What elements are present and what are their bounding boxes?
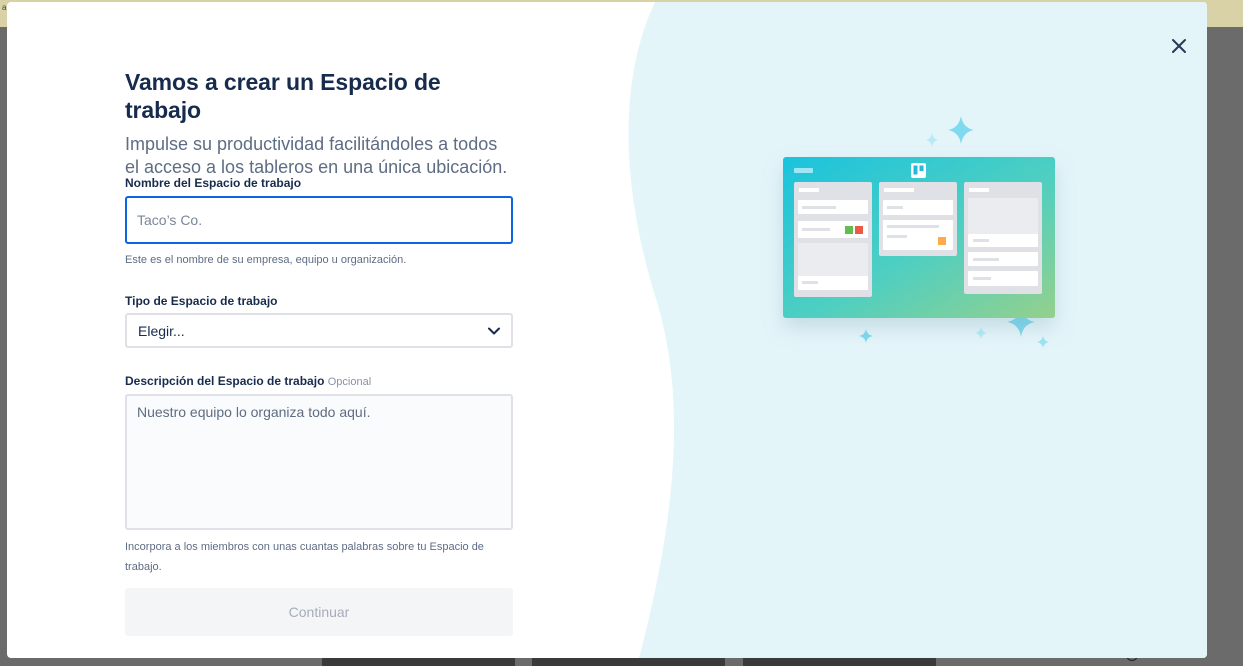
workspace-name-input[interactable] [125, 196, 513, 244]
optional-tag: Opcional [327, 376, 372, 388]
continue-button[interactable]: Continuar [125, 588, 513, 636]
workspace-description-help: Incorpora a los miembros con unas cuanta… [125, 541, 484, 573]
workspace-name-help: Este es el nombre de su empresa, equipo … [125, 254, 407, 266]
workspace-description-label-text: Descripción del Espacio de trabajo [125, 374, 325, 388]
background-text: a [2, 3, 7, 12]
workspace-type-selected-value: Elegir... [138, 323, 185, 339]
workspace-description-textarea[interactable] [125, 394, 513, 530]
create-workspace-modal: Vamos a crear un Espacio de trabajo Impu… [7, 2, 1207, 658]
workspace-name-label: Nombre del Espacio de trabajo [125, 176, 302, 190]
close-icon [1172, 39, 1186, 53]
chevron-down-icon [488, 327, 500, 335]
workspace-description-label: Descripción del Espacio de trabajo Opcio… [125, 374, 371, 388]
workspace-type-select[interactable]: Elegir... [125, 313, 513, 348]
workspace-type-label: Tipo de Espacio de trabajo [125, 294, 278, 308]
close-button[interactable] [1165, 32, 1193, 60]
workspace-form: Vamos a crear un Espacio de trabajo Impu… [125, 68, 515, 636]
